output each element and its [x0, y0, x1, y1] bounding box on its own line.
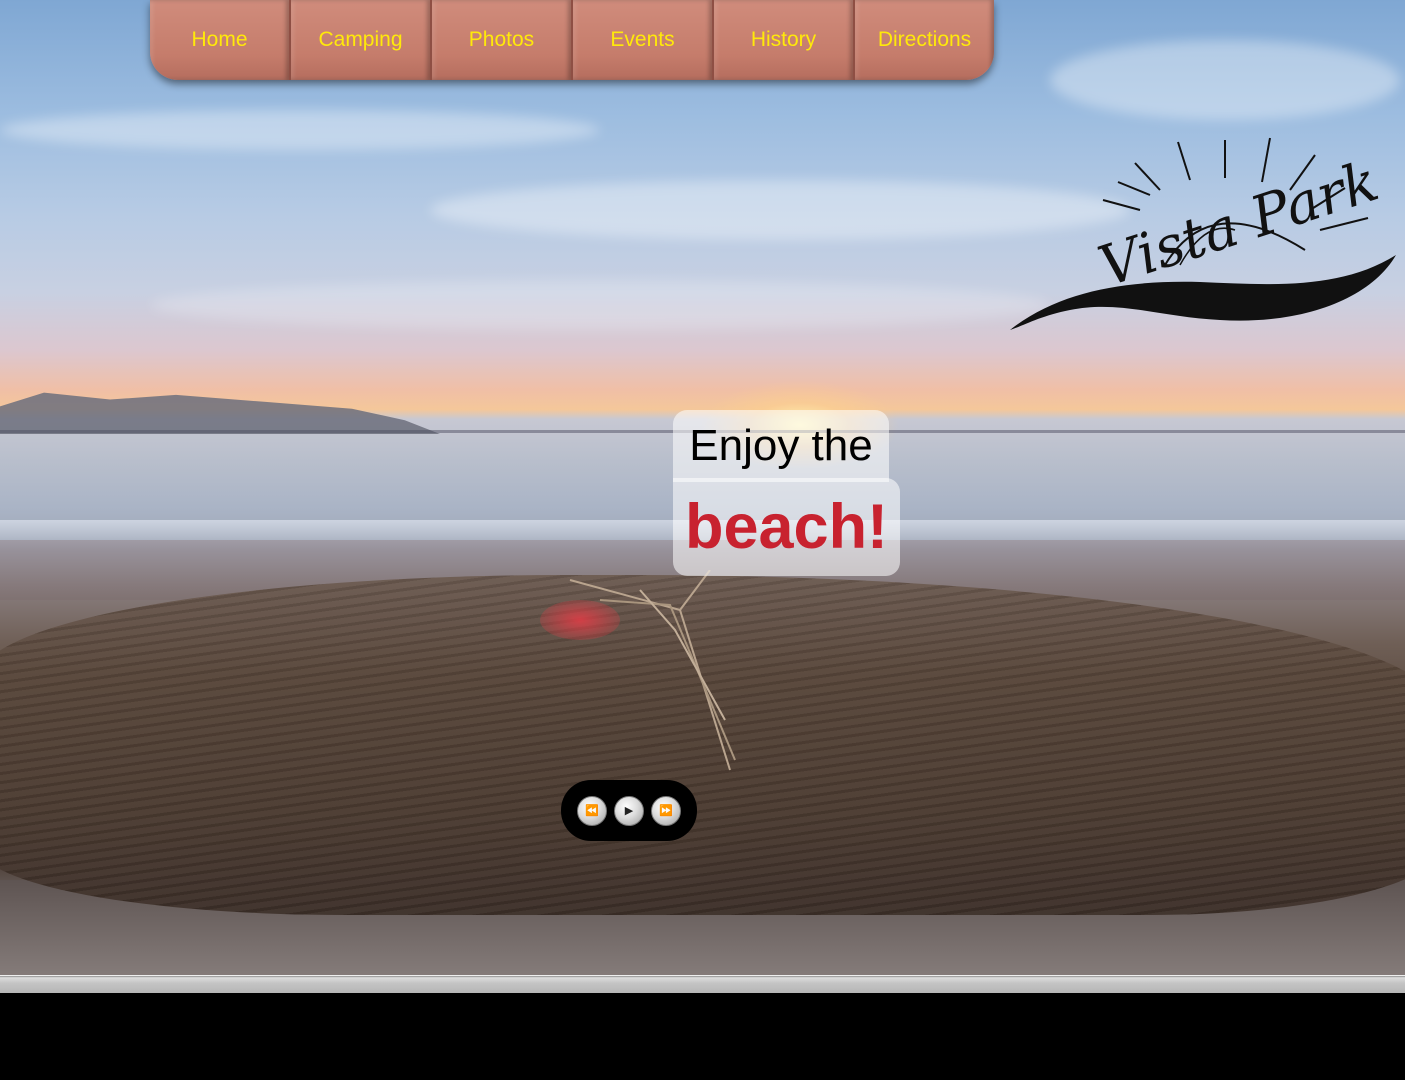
play-icon[interactable]: ▶ [614, 795, 644, 826]
nav-directions[interactable]: Directions [855, 0, 994, 80]
cloud [0, 110, 600, 150]
nav-photos[interactable]: Photos [432, 0, 573, 80]
fast-forward-icon[interactable]: ⏩ [651, 795, 681, 826]
nav-camping[interactable]: Camping [291, 0, 432, 80]
caption-line-1: Enjoy the [673, 410, 889, 482]
nav-home[interactable]: Home [150, 0, 291, 80]
vista-park-logo: Vista Park [1010, 137, 1396, 330]
caption-line-2: beach! [673, 478, 900, 576]
main-nav: Home Camping Photos Events History Direc… [150, 0, 994, 80]
nav-events[interactable]: Events [573, 0, 714, 80]
slider-controls: ⏪ ▶ ⏩ [561, 780, 697, 841]
headland [0, 392, 440, 434]
footer [0, 993, 1405, 1080]
nav-history[interactable]: History [714, 0, 855, 80]
footer-divider [0, 975, 1405, 994]
dry-grass [569, 570, 736, 771]
cloud [1050, 40, 1400, 120]
rewind-icon[interactable]: ⏪ [577, 795, 607, 826]
cloud [150, 280, 1050, 330]
